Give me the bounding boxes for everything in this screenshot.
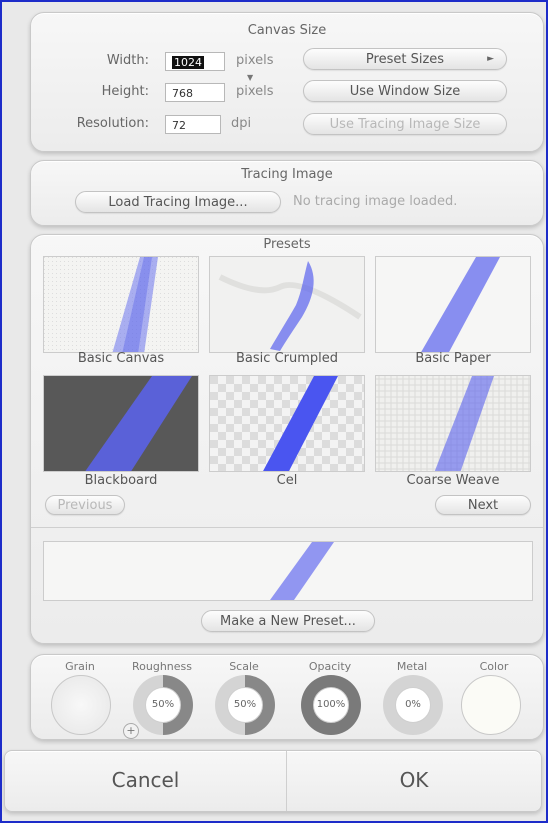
metal-label: Metal <box>396 660 428 673</box>
cancel-button[interactable]: Cancel <box>5 751 286 811</box>
metal-dial[interactable]: 0% <box>383 675 443 735</box>
use-tracing-image-size-button[interactable]: Use Tracing Image Size <box>303 113 507 135</box>
next-button[interactable]: Next <box>435 495 531 515</box>
resolution-field[interactable]: 72 <box>165 115 221 134</box>
canvas-size-panel: Canvas Size Width: 1024 pixels ▼ Height:… <box>30 12 544 152</box>
height-label: Height: <box>101 84 149 99</box>
opacity-value: 100% <box>313 687 349 723</box>
grain-label: Grain <box>65 660 95 673</box>
link-arrow-icon: ▼ <box>247 73 254 82</box>
grain-swatch[interactable] <box>51 675 111 735</box>
ok-button[interactable]: OK <box>287 751 541 811</box>
resolution-label: Resolution: <box>76 116 149 131</box>
stroke-image <box>44 376 198 471</box>
preset-thumb-coarse-weave[interactable] <box>375 375 531 472</box>
opacity-label: Opacity <box>308 660 352 673</box>
add-icon[interactable]: + <box>123 723 139 739</box>
play-arrow-icon: ► <box>487 54 494 64</box>
preset-label-basic-canvas: Basic Canvas <box>77 351 165 366</box>
presets-panel: Presets Basic Canvas Basic Crumpled Basi… <box>30 234 544 644</box>
height-field[interactable]: 768 <box>165 83 225 102</box>
roughness-value: 50% <box>145 687 181 723</box>
stroke-image <box>210 376 364 471</box>
stroke-image <box>376 257 530 352</box>
stroke-image <box>44 542 532 600</box>
preset-label-cel: Cel <box>276 473 298 488</box>
opacity-dial[interactable]: 100% <box>301 675 361 735</box>
preset-label-basic-paper: Basic Paper <box>415 351 491 366</box>
preset-sizes-label: Preset Sizes <box>365 52 445 67</box>
scale-dial[interactable]: 50% <box>215 675 275 735</box>
preset-label-basic-crumpled: Basic Crumpled <box>236 351 338 366</box>
preset-thumb-basic-crumpled[interactable] <box>209 256 365 353</box>
stroke-image <box>44 257 198 352</box>
presets-title: Presets <box>263 237 311 252</box>
tracing-status-text: No tracing image loaded. <box>293 194 458 209</box>
stroke-image <box>376 376 530 471</box>
preset-label-blackboard: Blackboard <box>84 473 158 488</box>
stroke-image <box>210 257 364 352</box>
use-window-size-button[interactable]: Use Window Size <box>303 80 507 102</box>
action-bar: Cancel OK <box>4 750 542 812</box>
metal-value: 0% <box>395 687 431 723</box>
load-tracing-image-button[interactable]: Load Tracing Image... <box>75 191 281 213</box>
canvas-size-title: Canvas Size <box>247 23 327 38</box>
preset-sizes-button[interactable]: Preset Sizes ► <box>303 48 507 70</box>
roughness-label: Roughness <box>131 660 192 673</box>
color-label: Color <box>479 660 509 673</box>
preset-thumb-cel[interactable] <box>209 375 365 472</box>
preset-thumb-basic-paper[interactable] <box>375 256 531 353</box>
preset-thumb-basic-canvas[interactable] <box>43 256 199 353</box>
tracing-image-title: Tracing Image <box>241 167 333 182</box>
preset-label-coarse-weave: Coarse Weave <box>406 473 500 488</box>
width-field[interactable]: 1024 <box>165 52 225 71</box>
width-value: 1024 <box>172 56 204 69</box>
make-new-preset-button[interactable]: Make a New Preset... <box>201 610 375 632</box>
previous-button[interactable]: Previous <box>45 495 125 515</box>
texture-controls-panel: Grain Roughness 50% + Scale 50% Opacity … <box>30 654 544 740</box>
width-unit: pixels <box>236 53 274 68</box>
roughness-dial[interactable]: 50% <box>133 675 193 735</box>
width-label: Width: <box>106 53 149 68</box>
scale-value: 50% <box>227 687 263 723</box>
scale-label: Scale <box>229 660 259 673</box>
resolution-unit: dpi <box>231 116 252 131</box>
color-swatch[interactable] <box>461 675 521 735</box>
tracing-image-panel: Tracing Image Load Tracing Image... No t… <box>30 160 544 226</box>
preset-thumb-blackboard[interactable] <box>43 375 199 472</box>
height-unit: pixels <box>236 84 274 99</box>
presets-divider <box>31 527 543 528</box>
canvas-settings-window: Canvas Size Width: 1024 pixels ▼ Height:… <box>0 0 548 823</box>
current-preset-preview <box>43 541 533 601</box>
